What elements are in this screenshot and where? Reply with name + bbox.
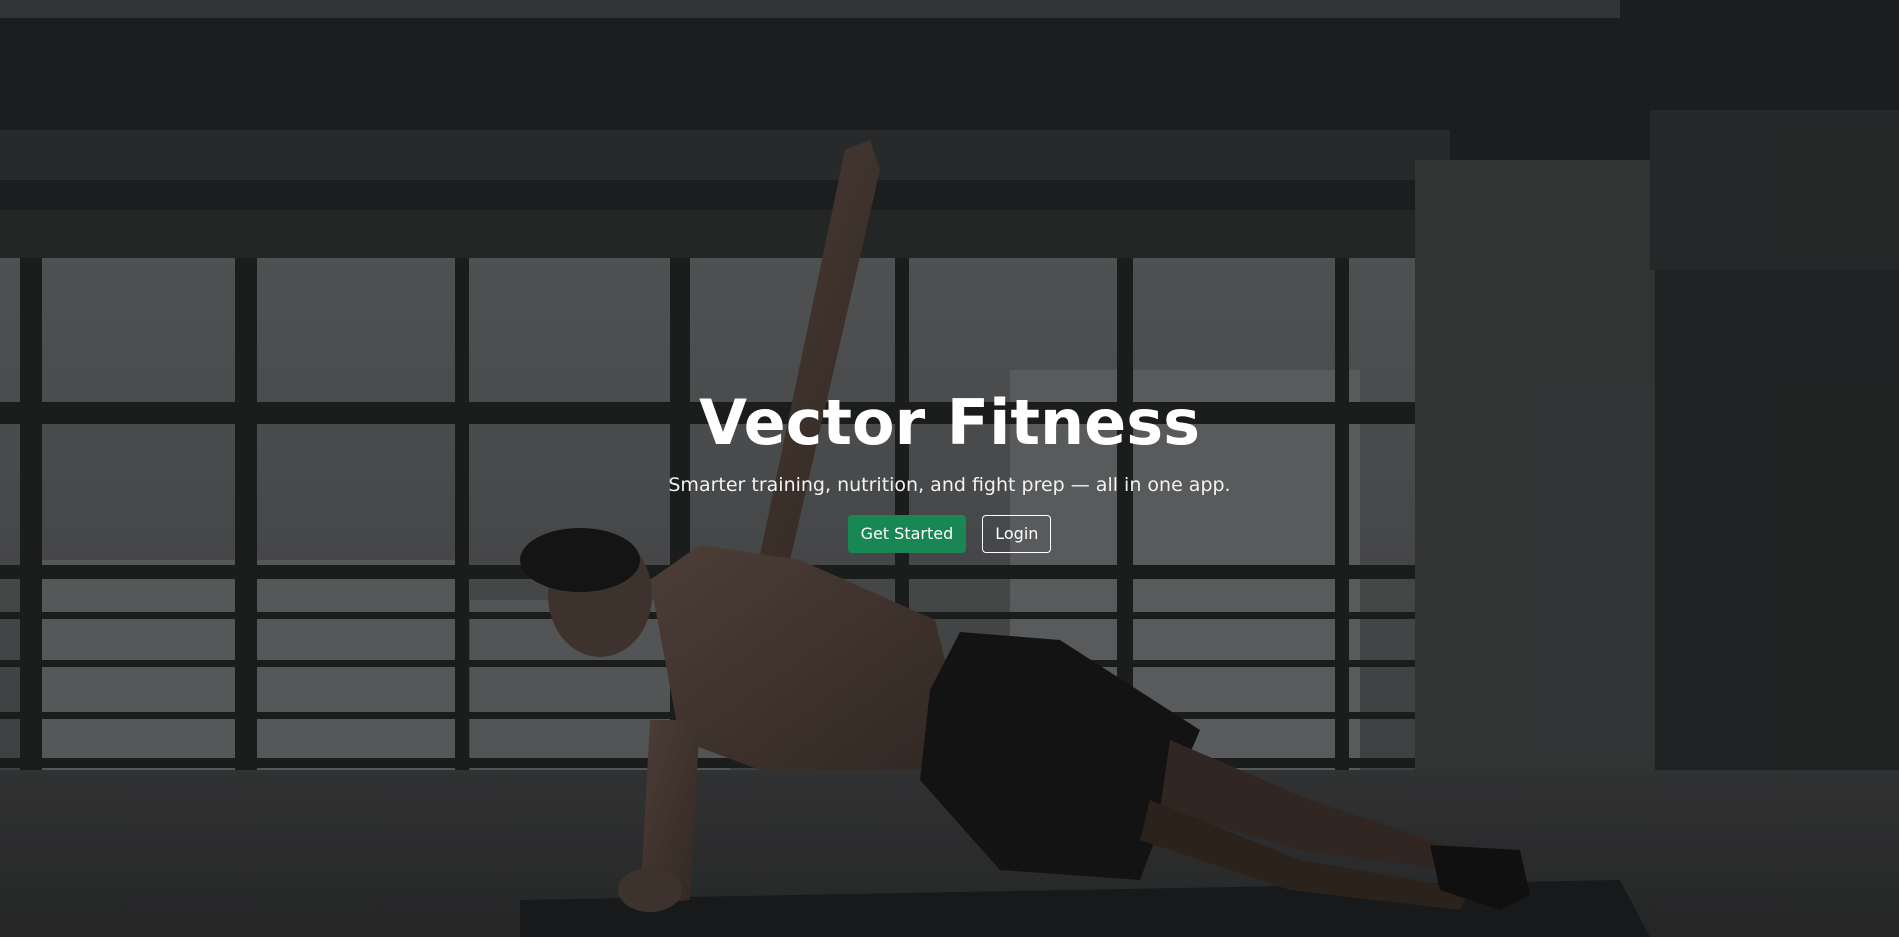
hero-actions: Get Started Login <box>0 515 1899 553</box>
hero-section: Vector Fitness Smarter training, nutriti… <box>0 0 1899 937</box>
hero-content: Vector Fitness Smarter training, nutriti… <box>0 384 1899 553</box>
hero-title: Vector Fitness <box>698 386 1201 459</box>
get-started-button[interactable]: Get Started <box>847 515 967 553</box>
hero-subtitle: Smarter training, nutrition, and fight p… <box>668 474 1231 496</box>
login-button[interactable]: Login <box>982 515 1052 553</box>
